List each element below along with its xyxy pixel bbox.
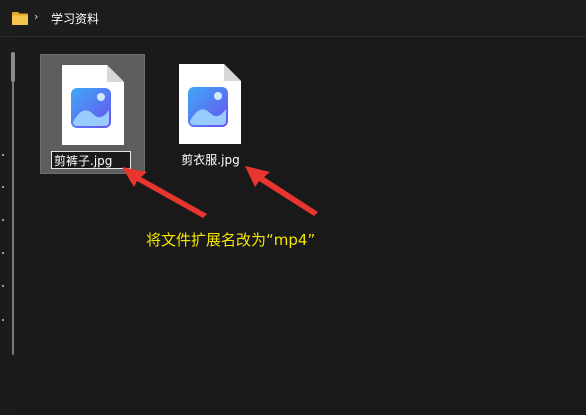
nav-expand-marker[interactable] (2, 252, 4, 254)
annotation-text: 将文件扩展名改为“mp4” (146, 231, 316, 249)
nav-expand-marker[interactable] (2, 319, 4, 321)
nav-expand-marker[interactable] (2, 285, 4, 287)
file-name-label: 剪衣服.jpg (181, 153, 240, 167)
image-file-icon (62, 65, 124, 145)
image-file-icon (179, 64, 241, 144)
nav-scrollbar-thumb[interactable] (11, 52, 15, 82)
nav-expand-marker[interactable] (2, 154, 4, 156)
nav-expand-marker[interactable] (2, 186, 4, 188)
nav-scrollbar-track[interactable] (12, 52, 14, 355)
annotation-arrow-icon (122, 167, 207, 218)
breadcrumb-separator[interactable]: › (34, 10, 38, 23)
nav-expand-marker[interactable] (2, 219, 4, 221)
folder-icon (12, 12, 28, 25)
address-bar[interactable]: › 学习资料 (0, 0, 586, 37)
file-item-jian-kuzi[interactable] (40, 54, 145, 174)
file-item-jian-yifu[interactable]: 剪衣服.jpg (158, 54, 263, 174)
file-explorer-window: › 学习资料 剪裤子.jpg 剪衣服.jpg 将文件扩展名改为“mp4” (0, 0, 586, 415)
rename-input[interactable] (51, 151, 131, 169)
breadcrumb-current-folder[interactable]: 学习资料 (51, 10, 99, 27)
